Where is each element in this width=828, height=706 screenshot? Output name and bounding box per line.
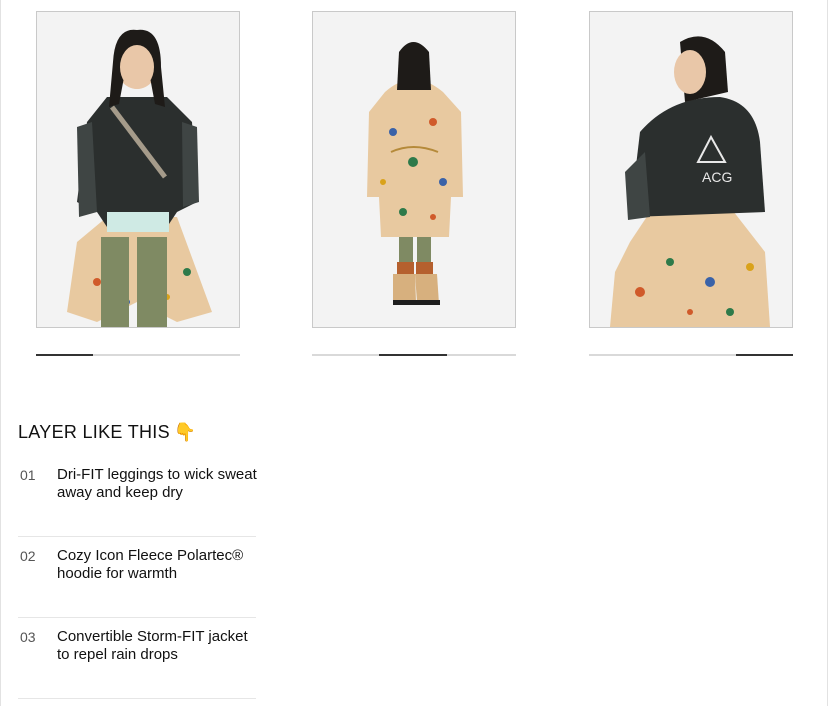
layer-item-text: Cozy Icon Fleece Polartec® hoodie for wa… xyxy=(57,547,244,582)
section-title: LAYER LIKE THIS 👇 xyxy=(18,422,197,443)
product-image-side[interactable]: ACG xyxy=(589,11,793,328)
pointing-down-icon: 👇 xyxy=(173,422,197,442)
slide-progress-2 xyxy=(312,354,516,356)
frame-edge-left xyxy=(0,0,1,706)
layer-item-1: 01 Dri-FIT leggings to wick sweat away a… xyxy=(18,456,257,537)
slide-progress-3 xyxy=(589,354,793,356)
product-image-back[interactable] xyxy=(312,11,516,328)
layer-item-number: 01 xyxy=(20,467,36,483)
layer-list: 01 Dri-FIT leggings to wick sweat away a… xyxy=(18,456,257,699)
product-image-front[interactable] xyxy=(36,11,240,328)
slide-progress-1 xyxy=(36,354,240,356)
slide-progress-1-fill xyxy=(36,354,94,356)
kid-front-illustration xyxy=(37,12,239,327)
layer-item-number: 02 xyxy=(20,548,36,564)
slide-progress-3-fill xyxy=(735,354,793,356)
svg-text:ACG: ACG xyxy=(702,169,732,185)
kid-back-illustration xyxy=(313,12,515,327)
slide-progress-2-fill xyxy=(379,354,447,356)
layer-item-2: 02 Cozy Icon Fleece Polartec® hoodie for… xyxy=(18,537,256,618)
layer-item-3: 03 Convertible Storm-FIT jacket to repel… xyxy=(18,618,256,699)
layer-item-number: 03 xyxy=(20,629,36,645)
kid-side-illustration: ACG xyxy=(590,12,792,327)
section-title-text: LAYER LIKE THIS xyxy=(18,422,170,442)
layer-item-text: Dri-FIT leggings to wick sweat away and … xyxy=(57,466,257,501)
layer-item-text: Convertible Storm-FIT jacket to repel ra… xyxy=(57,628,248,663)
